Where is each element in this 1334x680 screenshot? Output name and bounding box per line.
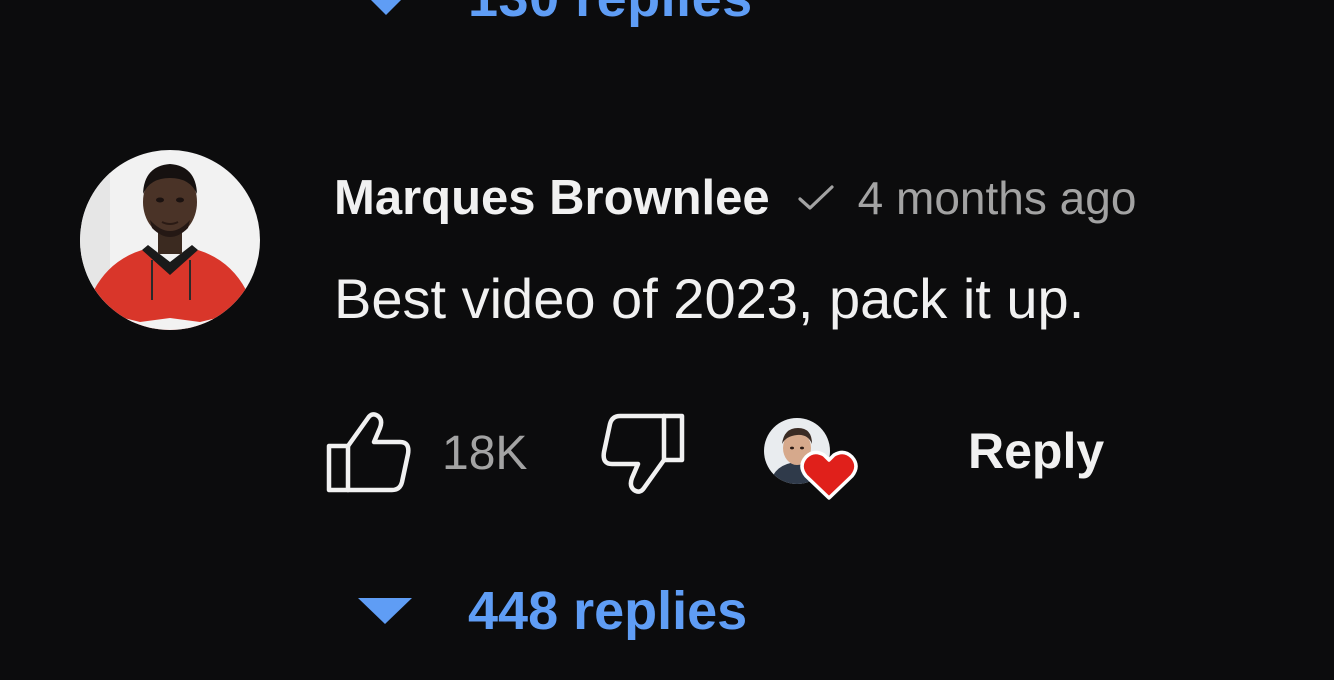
like-count: 18K bbox=[442, 427, 528, 480]
previous-replies-toggle[interactable]: 130 replies bbox=[360, 0, 753, 28]
thumbs-down-icon bbox=[601, 413, 685, 494]
dislike-button[interactable] bbox=[600, 412, 686, 496]
author-name[interactable]: Marques Brownlee bbox=[334, 170, 770, 226]
author-avatar[interactable] bbox=[80, 150, 260, 330]
checkmark-icon bbox=[796, 183, 836, 213]
comment-actions: 18K Reply bbox=[326, 410, 1126, 510]
creator-heart-badge bbox=[762, 416, 862, 511]
replies-toggle[interactable]: 448 replies bbox=[358, 576, 747, 646]
comment-timestamp[interactable]: 4 months ago bbox=[858, 171, 1137, 225]
thumbs-up-icon bbox=[326, 412, 411, 493]
reply-button[interactable]: Reply bbox=[968, 422, 1104, 480]
replies-count-label: 448 replies bbox=[468, 581, 748, 641]
heart-icon bbox=[800, 450, 858, 500]
comment-header: Marques Brownlee 4 months ago bbox=[334, 168, 1136, 228]
like-button[interactable] bbox=[326, 410, 412, 494]
caret-down-icon bbox=[360, 0, 412, 15]
comment-text: Best video of 2023, pack it up. bbox=[334, 267, 1085, 330]
caret-down-icon bbox=[358, 598, 412, 624]
comment-thread-view: 130 replies Marques Brownlee bbox=[0, 0, 1334, 680]
previous-replies-label: 130 replies bbox=[468, 0, 753, 29]
